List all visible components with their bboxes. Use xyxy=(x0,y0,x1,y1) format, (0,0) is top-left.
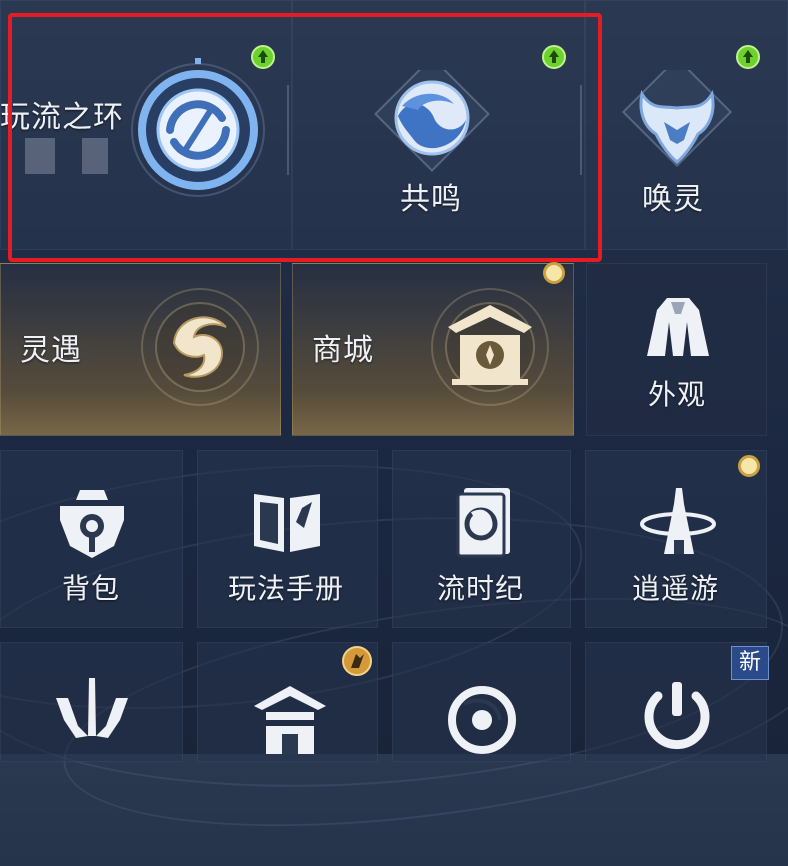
trident-icon[interactable] xyxy=(52,676,132,754)
summon-icon[interactable] xyxy=(612,70,742,180)
notice-dot-icon xyxy=(543,262,565,284)
new-badge: 新 xyxy=(731,646,769,680)
power-icon[interactable] xyxy=(640,680,714,754)
highlight-box xyxy=(8,13,602,262)
handbook-label: 玩法手册 xyxy=(228,572,345,605)
house-icon[interactable] xyxy=(252,680,328,754)
wander-label: 逍遥游 xyxy=(632,572,720,605)
upgrade-indicator-icon xyxy=(736,45,760,69)
notice-dot-icon xyxy=(738,455,760,477)
appearance-label: 外观 xyxy=(648,378,707,411)
encounter-label: 灵遇 xyxy=(20,333,82,368)
encounter-icon[interactable] xyxy=(140,287,260,407)
bag-label: 背包 xyxy=(62,572,121,605)
card-icon[interactable] xyxy=(452,484,516,560)
shop-icon[interactable] xyxy=(430,287,550,407)
summon-label: 唤灵 xyxy=(642,182,704,217)
chronicle-label: 流时纪 xyxy=(437,572,525,605)
notice-badge-icon xyxy=(342,646,372,676)
cloak-icon[interactable] xyxy=(643,292,713,362)
book-icon[interactable] xyxy=(250,488,324,558)
wander-icon[interactable] xyxy=(636,484,720,560)
backpack-icon[interactable] xyxy=(54,486,130,562)
vortex-icon[interactable] xyxy=(444,680,522,754)
shop-label: 商城 xyxy=(312,333,374,368)
